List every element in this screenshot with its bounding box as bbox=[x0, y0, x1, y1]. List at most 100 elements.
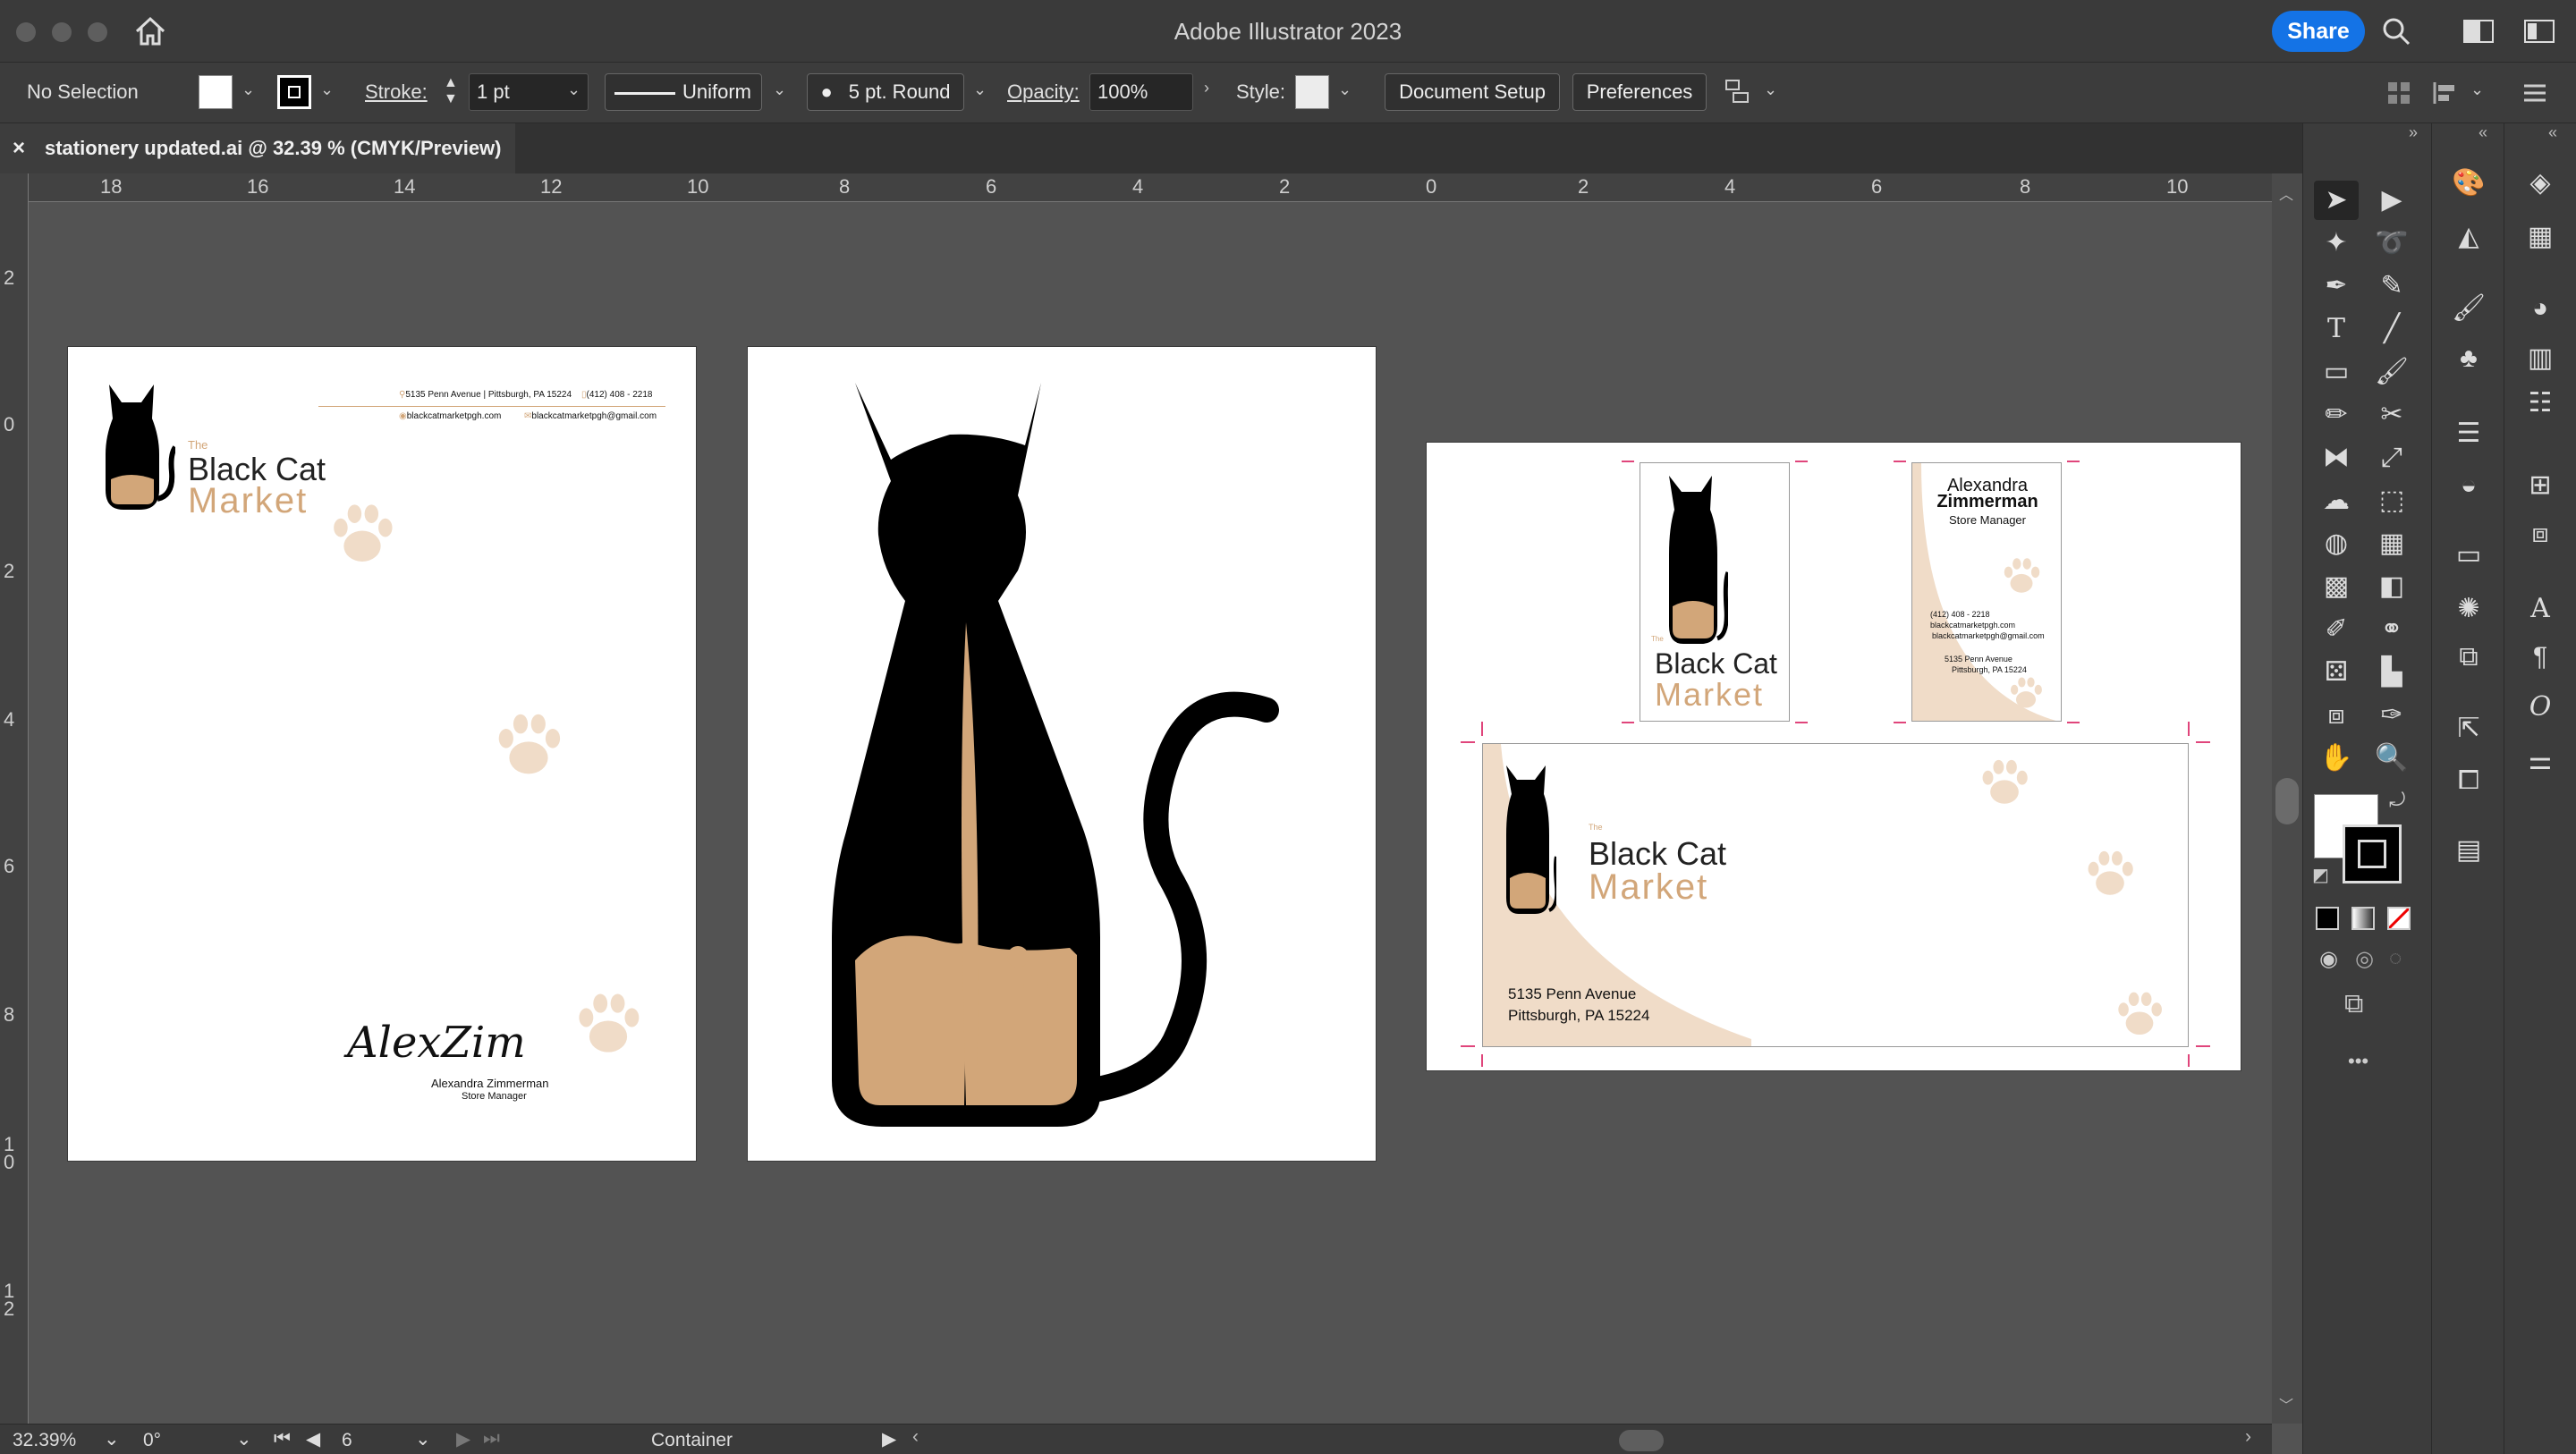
eyedropper-tool-icon[interactable]: ✐ bbox=[2314, 610, 2359, 649]
brush-definition[interactable]: ● 5 pt. Round bbox=[807, 73, 964, 111]
scroll-down-icon[interactable]: ﹀ bbox=[2279, 1393, 2293, 1415]
stroke-weight-chevron-icon[interactable]: ⌄ bbox=[567, 80, 580, 99]
column-graph-tool-icon[interactable]: ▙ bbox=[2369, 653, 2414, 692]
document-setup-button[interactable]: Document Setup bbox=[1385, 73, 1560, 111]
slice-tool-icon[interactable]: ✑ bbox=[2369, 696, 2414, 735]
business-card-front[interactable]: The Black Cat Market bbox=[1640, 462, 1790, 722]
close-tab-icon[interactable]: × bbox=[13, 123, 25, 173]
align-chevron-icon[interactable]: ⌄ bbox=[1764, 80, 1777, 99]
color-mode-icon[interactable] bbox=[2316, 907, 2339, 930]
vertical-scrollbar[interactable]: ︿ ﹀ bbox=[2272, 173, 2302, 1424]
color-guide-icon[interactable]: ◭ bbox=[2448, 216, 2489, 258]
panel-toggle-icon[interactable] bbox=[2524, 20, 2555, 43]
artboard-stationery-set[interactable]: The Black Cat Market Alexandra Zimmerman… bbox=[1427, 443, 2241, 1070]
last-artboard-icon[interactable]: ⏭ bbox=[483, 1428, 500, 1450]
stroke-panel-icon[interactable]: ☰ bbox=[2448, 413, 2489, 454]
canvas[interactable]: The Black Cat Market ⚲5135 Penn Avenue |… bbox=[30, 203, 2272, 1424]
none-mode-icon[interactable] bbox=[2387, 907, 2411, 930]
stroke-dropdown-chevron-icon[interactable]: ⌄ bbox=[320, 80, 334, 99]
lasso-tool-icon[interactable]: ➰ bbox=[2369, 224, 2414, 263]
type-tool-icon[interactable]: T bbox=[2314, 309, 2359, 349]
line-segment-tool-icon[interactable]: ╱ bbox=[2369, 309, 2414, 349]
draw-inside-icon[interactable]: ◌ bbox=[2389, 946, 2402, 971]
rotation-value[interactable]: 0° bbox=[143, 1430, 161, 1451]
swatches-panel-icon[interactable]: ▥ bbox=[2520, 338, 2561, 379]
pen-tool-icon[interactable]: ✒ bbox=[2314, 266, 2359, 306]
rectangle-tool-icon[interactable]: ▭ bbox=[2314, 352, 2359, 392]
transparency-panel-icon[interactable]: ◒ bbox=[2448, 465, 2489, 506]
align-options-icon[interactable] bbox=[1723, 77, 1753, 107]
business-card-back[interactable]: Alexandra Zimmerman Store Manager (412) … bbox=[1911, 462, 2062, 722]
gradient-panel-icon[interactable]: ▭ bbox=[2448, 535, 2489, 576]
scale-tool-icon[interactable]: ⤢ bbox=[2369, 438, 2414, 478]
fill-swatch[interactable] bbox=[199, 75, 233, 109]
magic-wand-tool-icon[interactable]: ✦ bbox=[2314, 224, 2359, 263]
workspace-icon[interactable] bbox=[2463, 20, 2494, 43]
opacity-arrow-icon[interactable]: › bbox=[1204, 79, 1209, 97]
style-chevron-icon[interactable]: ⌄ bbox=[1338, 80, 1352, 99]
glyphs-panel-icon[interactable]: ⚌ bbox=[2520, 740, 2561, 782]
export-panel-icon[interactable]: ⇱ bbox=[2448, 708, 2489, 749]
selection-tool-icon[interactable]: ➤ bbox=[2314, 181, 2359, 220]
stroke-label[interactable]: Stroke: bbox=[365, 80, 428, 104]
horizontal-ruler[interactable]: 18 16 14 12 10 8 6 4 2 0 2 4 6 8 10 bbox=[29, 173, 2272, 202]
artboard-number[interactable]: 6 bbox=[342, 1430, 352, 1451]
mesh-tool-icon[interactable]: ▩ bbox=[2314, 567, 2359, 606]
blend-tool-icon[interactable]: ⚭ bbox=[2369, 610, 2414, 649]
vertical-ruler[interactable]: 2 0 2 4 6 8 1 0 1 2 bbox=[0, 173, 29, 1424]
opentype-panel-icon[interactable]: O bbox=[2520, 687, 2561, 728]
distribute-icon[interactable] bbox=[2431, 80, 2458, 106]
zoom-tool-icon[interactable]: 🔍 bbox=[2369, 739, 2414, 778]
properties-panel-icon[interactable]: ◕ bbox=[2520, 288, 2561, 329]
adjustments-icon[interactable]: ☷ bbox=[2520, 383, 2561, 424]
arrange-grid-icon[interactable] bbox=[2386, 80, 2411, 106]
artboard-letterhead[interactable]: The Black Cat Market ⚲5135 Penn Avenue |… bbox=[68, 347, 696, 1161]
hand-tool-icon[interactable]: ✋ bbox=[2314, 739, 2359, 778]
warp-tool-icon[interactable]: ☁ bbox=[2314, 481, 2359, 520]
symbols-panel-icon[interactable]: ♣ bbox=[2448, 338, 2489, 379]
libraries-panel-icon[interactable]: ▦ bbox=[2520, 216, 2561, 258]
status-menu-arrow-icon[interactable]: ▶ bbox=[882, 1428, 896, 1450]
color-panel-icon[interactable]: 🎨 bbox=[2448, 163, 2489, 204]
artboard-chevron-icon[interactable]: ⌄ bbox=[415, 1428, 431, 1450]
artboard-cat-logo[interactable] bbox=[748, 347, 1376, 1161]
reflect-tool-icon[interactable]: ⧓ bbox=[2314, 438, 2359, 478]
envelope[interactable]: The Black Cat Market 5135 Penn Avenue Pi… bbox=[1482, 743, 2189, 1047]
artboards-panel-icon[interactable]: ⧠ bbox=[2448, 760, 2489, 801]
zoom-chevron-icon[interactable]: ⌄ bbox=[104, 1428, 120, 1450]
collapse-dock-icon[interactable]: « bbox=[2479, 123, 2487, 142]
opacity-input[interactable]: 100% bbox=[1089, 73, 1193, 111]
asset-export-icon[interactable]: ▤ bbox=[2448, 830, 2489, 871]
fill-dropdown-chevron-icon[interactable]: ⌄ bbox=[242, 80, 255, 99]
paragraph-panel-icon[interactable]: ¶ bbox=[2520, 637, 2561, 678]
next-artboard-icon[interactable]: ▶ bbox=[456, 1428, 470, 1450]
symbol-sprayer-tool-icon[interactable]: ⚄ bbox=[2314, 653, 2359, 692]
layers-panel-icon[interactable]: ◈ bbox=[2520, 163, 2561, 204]
free-transform-tool-icon[interactable]: ⬚ bbox=[2369, 481, 2414, 520]
share-button[interactable]: Share bbox=[2272, 11, 2365, 52]
stroke-swatch[interactable] bbox=[277, 75, 311, 109]
default-fill-stroke-icon[interactable]: ◩ bbox=[2312, 864, 2329, 886]
distribute-chevron-icon[interactable]: ⌄ bbox=[2470, 80, 2484, 99]
collapse-dock-icon-2[interactable]: « bbox=[2548, 123, 2557, 142]
draw-normal-icon[interactable]: ◉ bbox=[2319, 946, 2338, 972]
perspective-grid-tool-icon[interactable]: ▦ bbox=[2369, 524, 2414, 563]
first-artboard-icon[interactable]: ⏮ bbox=[274, 1428, 291, 1450]
align-panel-icon[interactable]: ⊞ bbox=[2520, 465, 2561, 506]
collapse-panel-icon[interactable]: » bbox=[2409, 123, 2418, 142]
character-panel-icon[interactable]: A bbox=[2520, 588, 2561, 630]
profile-chevron-icon[interactable]: ⌄ bbox=[773, 80, 786, 99]
gradient-mode-icon[interactable] bbox=[2351, 907, 2375, 930]
scroll-up-icon[interactable]: ︿ bbox=[2279, 182, 2293, 204]
variable-width-profile[interactable]: Uniform bbox=[605, 73, 762, 111]
zoom-level[interactable]: 32.39% bbox=[13, 1430, 76, 1451]
draw-behind-icon[interactable]: ◎ bbox=[2355, 946, 2374, 972]
scissors-tool-icon[interactable]: ✂ bbox=[2369, 395, 2414, 435]
pencil-tool-icon[interactable]: ✏ bbox=[2314, 395, 2359, 435]
gradient-tool-icon[interactable]: ◧ bbox=[2369, 567, 2414, 606]
graphic-styles-icon[interactable]: ⧉ bbox=[2448, 637, 2489, 678]
rotation-chevron-icon[interactable]: ⌄ bbox=[236, 1428, 252, 1450]
panel-menu-icon[interactable] bbox=[2522, 82, 2547, 104]
brushes-panel-icon[interactable]: 🖌 bbox=[2448, 288, 2489, 329]
horizontal-scroll-thumb[interactable] bbox=[1619, 1430, 1664, 1451]
